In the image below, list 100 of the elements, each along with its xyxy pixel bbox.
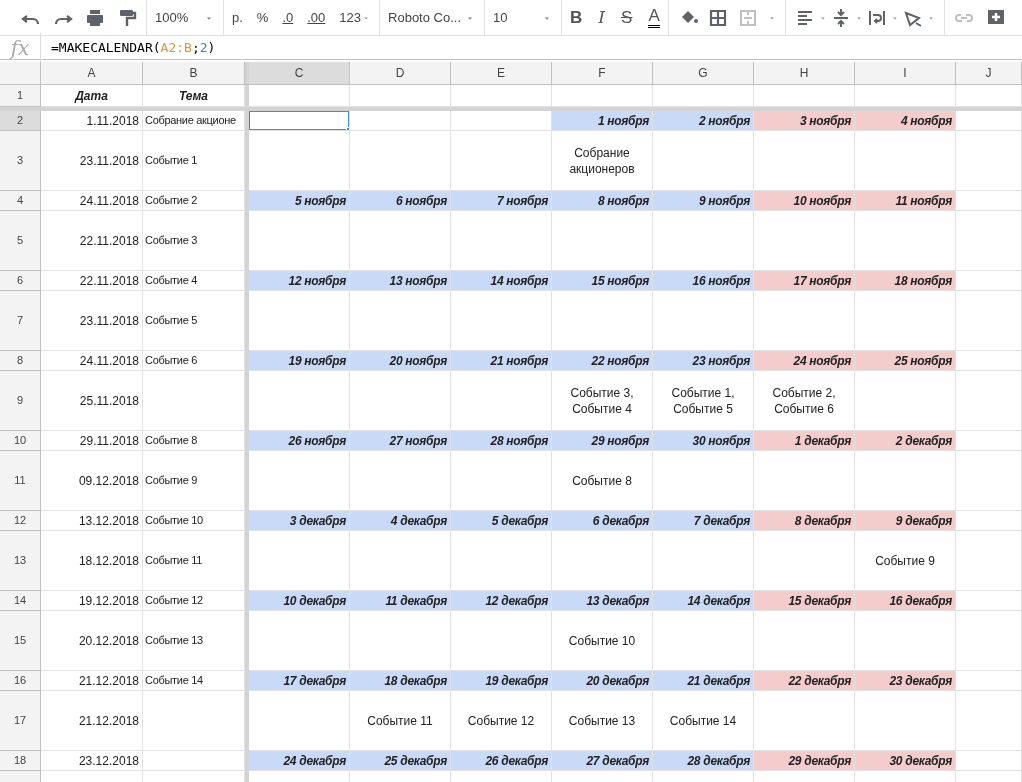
day-cell[interactable]: 13 ноября: [350, 271, 451, 291]
day-cell[interactable]: 10 ноября: [754, 191, 855, 211]
day-cell[interactable]: 9 декабря: [855, 511, 956, 531]
column-header[interactable]: G: [653, 62, 754, 84]
percent-format-button[interactable]: %: [256, 7, 269, 28]
day-cell[interactable]: 6 ноября: [350, 191, 451, 211]
number-format-dropdown[interactable]: 123: [339, 6, 372, 29]
day-cell[interactable]: 8 ноября: [552, 191, 653, 211]
row-header[interactable]: 3: [0, 131, 41, 191]
empty-cell[interactable]: 29.11.2018: [41, 431, 143, 451]
day-cell[interactable]: 30 декабря: [855, 751, 956, 771]
day-cell[interactable]: 21 ноября: [451, 351, 552, 371]
day-cell[interactable]: 10 декабря: [249, 591, 350, 611]
empty-cell[interactable]: 21.12.2018: [41, 691, 143, 751]
currency-format-button[interactable]: р.: [232, 7, 243, 28]
empty-cell[interactable]: 24.11.2018: [41, 351, 143, 371]
day-cell[interactable]: 6 декабря: [552, 511, 653, 531]
empty-cell[interactable]: [956, 451, 1022, 511]
empty-cell[interactable]: [956, 211, 1022, 271]
day-cell[interactable]: 7 декабря: [653, 511, 754, 531]
day-cell[interactable]: 22 ноября: [552, 351, 653, 371]
column-header[interactable]: B: [143, 62, 245, 84]
empty-cell[interactable]: 24.11.2018: [41, 191, 143, 211]
day-cell[interactable]: 19 ноября: [249, 351, 350, 371]
day-cell[interactable]: 14 ноября: [451, 271, 552, 291]
column-header[interactable]: F: [552, 62, 653, 84]
column-header[interactable]: E: [451, 62, 552, 84]
day-cell[interactable]: 1 декабря: [754, 431, 855, 451]
formula-input[interactable]: =MAKECALENDAR(A2:B;2): [51, 37, 216, 58]
day-cell[interactable]: 21 декабря: [653, 671, 754, 691]
day-cell[interactable]: 17 ноября: [754, 271, 855, 291]
empty-cell[interactable]: [956, 531, 1022, 591]
day-cell[interactable]: 13 декабря: [552, 591, 653, 611]
increase-decimal-button[interactable]: .00: [307, 7, 326, 28]
day-cell[interactable]: 1 ноября: [552, 111, 653, 131]
day-cell[interactable]: 17 декабря: [249, 671, 350, 691]
empty-cell[interactable]: [956, 691, 1022, 751]
row-header[interactable]: 7: [0, 291, 41, 351]
column-header[interactable]: D: [350, 62, 451, 84]
empty-cell[interactable]: [956, 291, 1022, 351]
day-cell[interactable]: 18 декабря: [350, 671, 451, 691]
font-size-dropdown[interactable]: 10: [493, 6, 554, 29]
selected-cell[interactable]: [249, 111, 350, 131]
day-cell[interactable]: 3 ноября: [754, 111, 855, 131]
day-cell[interactable]: 5 ноября: [249, 191, 350, 211]
day-cell[interactable]: 11 ноября: [855, 191, 956, 211]
day-cell[interactable]: 27 ноября: [350, 431, 451, 451]
day-cell[interactable]: 9 ноября: [653, 191, 754, 211]
day-cell[interactable]: 14 декабря: [653, 591, 754, 611]
row-header[interactable]: 9: [0, 371, 41, 431]
day-cell[interactable]: 28 ноября: [451, 431, 552, 451]
row-header[interactable]: 2: [0, 111, 41, 131]
zoom-dropdown[interactable]: 100%: [155, 6, 215, 29]
day-cell[interactable]: 15 декабря: [754, 591, 855, 611]
empty-cell[interactable]: 23.11.2018: [41, 131, 143, 191]
row-header[interactable]: 15: [0, 611, 41, 671]
column-header[interactable]: I: [855, 62, 956, 84]
day-cell[interactable]: 20 декабря: [552, 671, 653, 691]
row-header[interactable]: 6: [0, 271, 41, 291]
day-cell[interactable]: 11 декабря: [350, 591, 451, 611]
day-cell[interactable]: 15 ноября: [552, 271, 653, 291]
row-header[interactable]: 10: [0, 431, 41, 451]
row-header[interactable]: 8: [0, 351, 41, 371]
empty-cell[interactable]: 18.12.2018: [41, 531, 143, 591]
empty-cell[interactable]: 09.12.2018: [41, 451, 143, 511]
empty-cell[interactable]: 23.11.2018: [41, 291, 143, 351]
row-header[interactable]: 11: [0, 451, 41, 511]
day-cell[interactable]: 28 декабря: [653, 751, 754, 771]
column-header[interactable]: C: [249, 62, 350, 84]
empty-cell[interactable]: 21.12.2018: [41, 671, 143, 691]
decrease-decimal-button[interactable]: .0: [282, 7, 294, 28]
day-cell[interactable]: 8 декабря: [754, 511, 855, 531]
day-cell[interactable]: 3 декабря: [249, 511, 350, 531]
day-cell[interactable]: 27 декабря: [552, 751, 653, 771]
empty-cell[interactable]: 22.11.2018: [41, 211, 143, 271]
empty-cell[interactable]: 19.12.2018: [41, 591, 143, 611]
empty-cell[interactable]: 20.12.2018: [41, 611, 143, 671]
day-cell[interactable]: 4 декабря: [350, 511, 451, 531]
empty-cell[interactable]: 23.12.2018: [41, 751, 143, 771]
select-all-corner[interactable]: [0, 62, 41, 84]
row-header[interactable]: 16: [0, 671, 41, 691]
empty-cell[interactable]: [956, 131, 1022, 191]
empty-cell[interactable]: [956, 371, 1022, 431]
row-header[interactable]: 1: [0, 85, 41, 107]
empty-cell[interactable]: 25.11.2018: [41, 371, 143, 431]
font-dropdown[interactable]: Roboto Co...: [388, 6, 477, 29]
row-header[interactable]: 4: [0, 191, 41, 211]
row-header[interactable]: 18: [0, 751, 41, 771]
row-header[interactable]: 14: [0, 591, 41, 611]
day-cell[interactable]: 22 декабря: [754, 671, 855, 691]
day-cell[interactable]: 2 ноября: [653, 111, 754, 131]
column-header[interactable]: J: [956, 62, 1022, 84]
row-header[interactable]: 5: [0, 211, 41, 271]
day-cell[interactable]: 20 ноября: [350, 351, 451, 371]
day-cell[interactable]: 29 декабря: [754, 751, 855, 771]
empty-cell[interactable]: [956, 611, 1022, 671]
row-header[interactable]: 13: [0, 531, 41, 591]
day-cell[interactable]: 24 декабря: [249, 751, 350, 771]
row-header[interactable]: 12: [0, 511, 41, 531]
day-cell[interactable]: 12 ноября: [249, 271, 350, 291]
